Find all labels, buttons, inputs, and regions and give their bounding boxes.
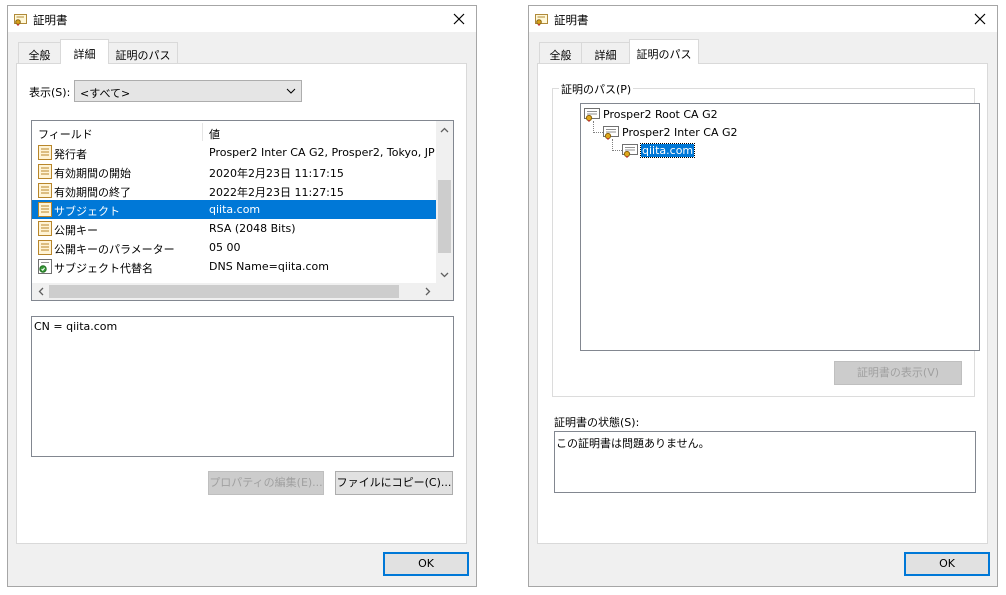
scroll-up-button[interactable] [436,121,453,138]
copy-to-file-button[interactable]: ファイルにコピー(C)... [335,471,453,495]
chevron-left-icon [38,287,43,296]
column-divider[interactable] [202,123,203,141]
row-value: Prosper2 Inter CA G2, Prosper2, Tokyo, J… [209,146,435,159]
view-certificate-button[interactable]: 証明書の表示(V) [834,361,962,385]
show-label: 表示(S): [29,86,71,99]
certificate-status-label: 証明書の状態(S): [554,416,640,429]
row-value: RSA (2048 Bits) [209,222,296,235]
list-row[interactable]: サブジェクト qiita.com [32,200,436,219]
certificate-dialog-details: 証明書 全般 詳細 証明のパス 表示(S): <すべて> フィールド 値 発行者… [7,5,477,587]
scroll-right-button[interactable] [419,283,436,300]
row-value: 2022年2月23日 11:27:15 [209,186,344,199]
horizontal-scrollbar[interactable] [32,283,436,300]
close-button[interactable] [448,8,470,30]
certificate-field-icon [38,183,52,198]
certificate-dialog-path: 証明書 全般 詳細 証明のパス 証明のパス(P) Prosper2 Root C… [528,5,998,587]
column-header-value[interactable]: 値 [209,126,220,142]
tree-node-label: qiita.com [639,143,696,158]
tab-certification-path[interactable]: 証明のパス [108,42,178,63]
certificate-icon [622,143,638,158]
vertical-scroll-thumb[interactable] [438,180,451,253]
tab-details[interactable]: 詳細 [581,42,630,63]
scrollbar-corner [436,283,453,300]
tab-strip: 全般 詳細 証明のパス [16,39,476,64]
certificate-field-icon [38,221,52,236]
chevron-right-icon [425,287,430,296]
list-row[interactable]: 有効期間の終了 2022年2月23日 11:27:15 [32,181,436,200]
row-value: qiita.com [209,203,261,216]
tab-details[interactable]: 詳細 [60,39,109,64]
certificate-icon [535,14,548,26]
certification-path-label: 証明のパス(P) [559,81,634,97]
row-value: 2020年2月23日 11:17:15 [209,167,344,180]
row-field: 公開キーのパラメーター [54,243,175,256]
list-row[interactable]: 公開キー RSA (2048 Bits) [32,219,436,238]
chevron-up-icon [440,127,449,132]
certification-path-group: 証明のパス(P) Prosper2 Root CA G2 Prosper2 Int… [552,81,980,397]
fields-list[interactable]: フィールド 値 発行者 Prosper2 Inter CA G2, Prosper… [31,120,454,301]
close-icon [453,13,465,25]
tree-node-label: Prosper2 Inter CA G2 [622,126,738,139]
vertical-scrollbar[interactable] [436,121,453,283]
certificate-field-icon [38,145,52,160]
show-dropdown-value: <すべて> [80,87,131,100]
field-detail-textbox[interactable]: CN = qiita.com [31,316,454,457]
edit-properties-button[interactable]: プロパティの編集(E)... [208,471,324,495]
list-row[interactable]: 発行者 Prosper2 Inter CA G2, Prosper2, Tokyo… [32,143,436,162]
tab-general[interactable]: 全般 [539,42,582,63]
scroll-left-button[interactable] [32,283,49,300]
certificate-icon [584,107,600,122]
certificate-icon [14,14,27,26]
details-panel: 表示(S): <すべて> フィールド 値 発行者 Prosper2 Inter C… [16,63,467,544]
ok-button[interactable]: OK [904,552,990,576]
chevron-down-icon [286,88,296,94]
row-value: DNS Name=qiita.com [209,260,329,273]
title-bar[interactable]: 証明書 [8,6,476,32]
certificate-status-text: この証明書は問題ありません。 [556,437,710,450]
list-header: フィールド 値 [32,121,436,143]
list-row[interactable]: 有効期間の開始 2020年2月23日 11:17:15 [32,162,436,181]
tab-strip: 全般 詳細 証明のパス [537,39,997,64]
row-field: 有効期間の終了 [54,186,131,199]
certificate-icon [603,125,619,140]
certificate-status-textbox[interactable]: この証明書は問題ありません。 [554,431,976,493]
list-row[interactable]: サブジェクト代替名 DNS Name=qiita.com [32,257,436,276]
column-header-field[interactable]: フィールド [38,126,93,142]
horizontal-scroll-thumb[interactable] [49,285,399,298]
row-field: サブジェクト代替名 [54,262,153,275]
tree-connector [593,132,603,133]
title-bar[interactable]: 証明書 [529,6,997,32]
ok-button[interactable]: OK [383,552,469,576]
row-field: 発行者 [54,148,87,161]
show-dropdown[interactable]: <すべて> [74,80,302,102]
tree-node-label: Prosper2 Root CA G2 [603,108,718,121]
close-button[interactable] [969,8,991,30]
certificate-extension-icon [38,259,52,274]
window-title: 証明書 [554,13,589,27]
list-row[interactable]: 公開キーのパラメーター 05 00 [32,238,436,257]
certificate-field-icon [38,164,52,179]
window-title: 証明書 [33,13,68,27]
certificate-field-icon [38,202,52,217]
tree-connector [612,150,622,151]
scroll-down-button[interactable] [436,266,453,283]
certificate-field-icon [38,240,52,255]
certification-path-tree[interactable]: Prosper2 Root CA G2 Prosper2 Inter CA G2 q… [580,103,980,351]
row-value: 05 00 [209,241,241,254]
row-field: 公開キー [54,224,98,237]
field-detail-text: CN = qiita.com [34,320,118,333]
row-field: サブジェクト [54,205,120,218]
chevron-down-icon [440,272,449,277]
row-field: 有効期間の開始 [54,167,131,180]
close-icon [974,13,986,25]
path-panel: 証明のパス(P) Prosper2 Root CA G2 Prosper2 Int… [537,63,988,544]
tab-general[interactable]: 全般 [18,42,61,63]
tab-certification-path[interactable]: 証明のパス [629,39,699,64]
